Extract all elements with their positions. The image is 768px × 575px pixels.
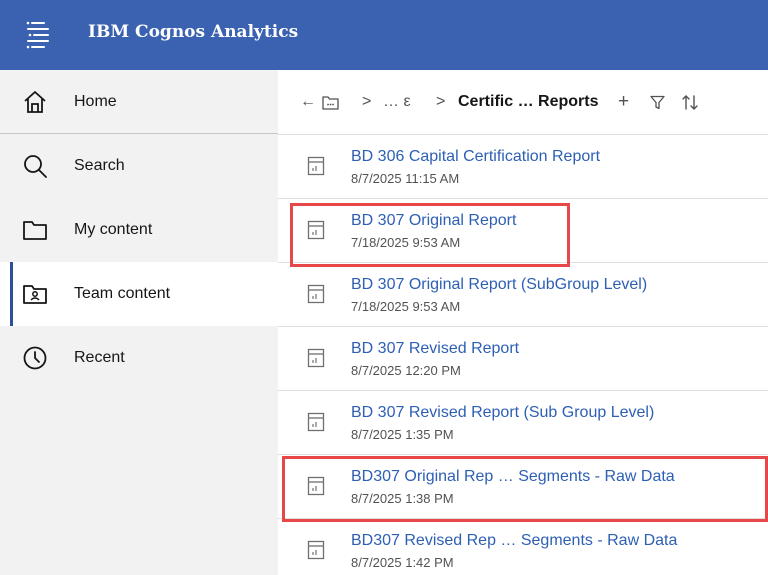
list-item[interactable]: BD 306 Capital Certification Report 8/7/… — [278, 134, 768, 198]
sidebar-item-label: My content — [74, 221, 153, 238]
sidebar-item-recent[interactable]: Recent — [0, 326, 278, 390]
report-icon — [307, 220, 325, 240]
report-icon — [307, 476, 325, 496]
sidebar-item-search[interactable]: Search — [0, 134, 278, 198]
report-name-link[interactable]: BD307 Original Rep … Segments - Raw Data — [351, 468, 675, 486]
content-panel: ← > … ε > Certific … Reports + BD 306 Ca… — [278, 70, 768, 575]
list-item[interactable]: BD 307 Revised Report 8/7/2025 12:20 PM — [278, 326, 768, 390]
report-icon — [307, 348, 325, 368]
sidebar-item-label: Home — [74, 92, 117, 110]
folder-root-icon[interactable] — [322, 70, 339, 134]
report-modified-date: 8/7/2025 1:42 PM — [351, 555, 454, 570]
navigation-menu-icon[interactable] — [24, 20, 52, 50]
report-modified-date: 8/7/2025 12:20 PM — [351, 363, 461, 378]
home-icon — [24, 91, 46, 113]
app-title: IBM Cognos Analytics — [88, 22, 299, 42]
breadcrumb-ellipsis[interactable]: … ε — [383, 70, 411, 134]
breadcrumb-current-folder[interactable]: Certific … Reports — [458, 70, 598, 134]
report-modified-date: 8/7/2025 1:35 PM — [351, 427, 454, 442]
report-icon — [307, 412, 325, 432]
sidebar-item-team-content[interactable]: Team content — [0, 262, 278, 326]
sidebar: Home Search My content Team content Rece… — [0, 70, 278, 575]
add-button[interactable]: + — [618, 70, 629, 134]
report-icon — [307, 156, 325, 176]
list-item[interactable]: BD 307 Revised Report (Sub Group Level) … — [278, 390, 768, 454]
report-name-link[interactable]: BD 307 Revised Report (Sub Group Level) — [351, 404, 654, 422]
folder-icon — [23, 221, 47, 240]
breadcrumb-separator: > — [362, 93, 372, 110]
sidebar-item-label: Search — [74, 157, 125, 174]
sidebar-item-home[interactable]: Home — [0, 70, 278, 134]
sidebar-item-my-content[interactable]: My content — [0, 198, 278, 262]
list-item[interactable]: BD307 Original Rep … Segments - Raw Data… — [278, 454, 768, 518]
list-item[interactable]: BD307 Revised Rep … Segments - Raw Data … — [278, 518, 768, 575]
report-icon — [307, 540, 325, 560]
report-modified-date: 8/7/2025 11:15 AM — [351, 171, 460, 186]
breadcrumb-separator: > — [436, 93, 446, 110]
app-header: IBM Cognos Analytics — [0, 0, 768, 70]
sidebar-item-label: Recent — [74, 349, 125, 366]
search-icon — [24, 155, 47, 178]
filter-icon[interactable] — [650, 70, 665, 134]
report-name-link[interactable]: BD 306 Capital Certification Report — [351, 148, 600, 166]
report-name-link[interactable]: BD 307 Revised Report — [351, 340, 519, 358]
clock-icon — [23, 346, 47, 370]
list-item[interactable]: BD 307 Original Report (SubGroup Level) … — [278, 262, 768, 326]
breadcrumb: ← > … ε > Certific … Reports + — [278, 70, 768, 134]
report-name-link[interactable]: BD 307 Original Report — [351, 212, 516, 230]
team-folder-icon — [23, 285, 47, 304]
report-modified-date: 7/18/2025 9:53 AM — [351, 299, 461, 314]
sidebar-item-label: Team content — [74, 285, 171, 302]
back-button[interactable]: ← — [300, 70, 316, 134]
report-modified-date: 8/7/2025 1:38 PM — [351, 491, 454, 506]
report-icon — [307, 284, 325, 304]
report-name-link[interactable]: BD307 Revised Rep … Segments - Raw Data — [351, 532, 677, 550]
report-name-link[interactable]: BD 307 Original Report (SubGroup Level) — [351, 276, 647, 294]
sort-icon[interactable] — [682, 70, 698, 134]
report-modified-date: 7/18/2025 9:53 AM — [351, 235, 461, 250]
list-item[interactable]: BD 307 Original Report 7/18/2025 9:53 AM — [278, 198, 768, 262]
